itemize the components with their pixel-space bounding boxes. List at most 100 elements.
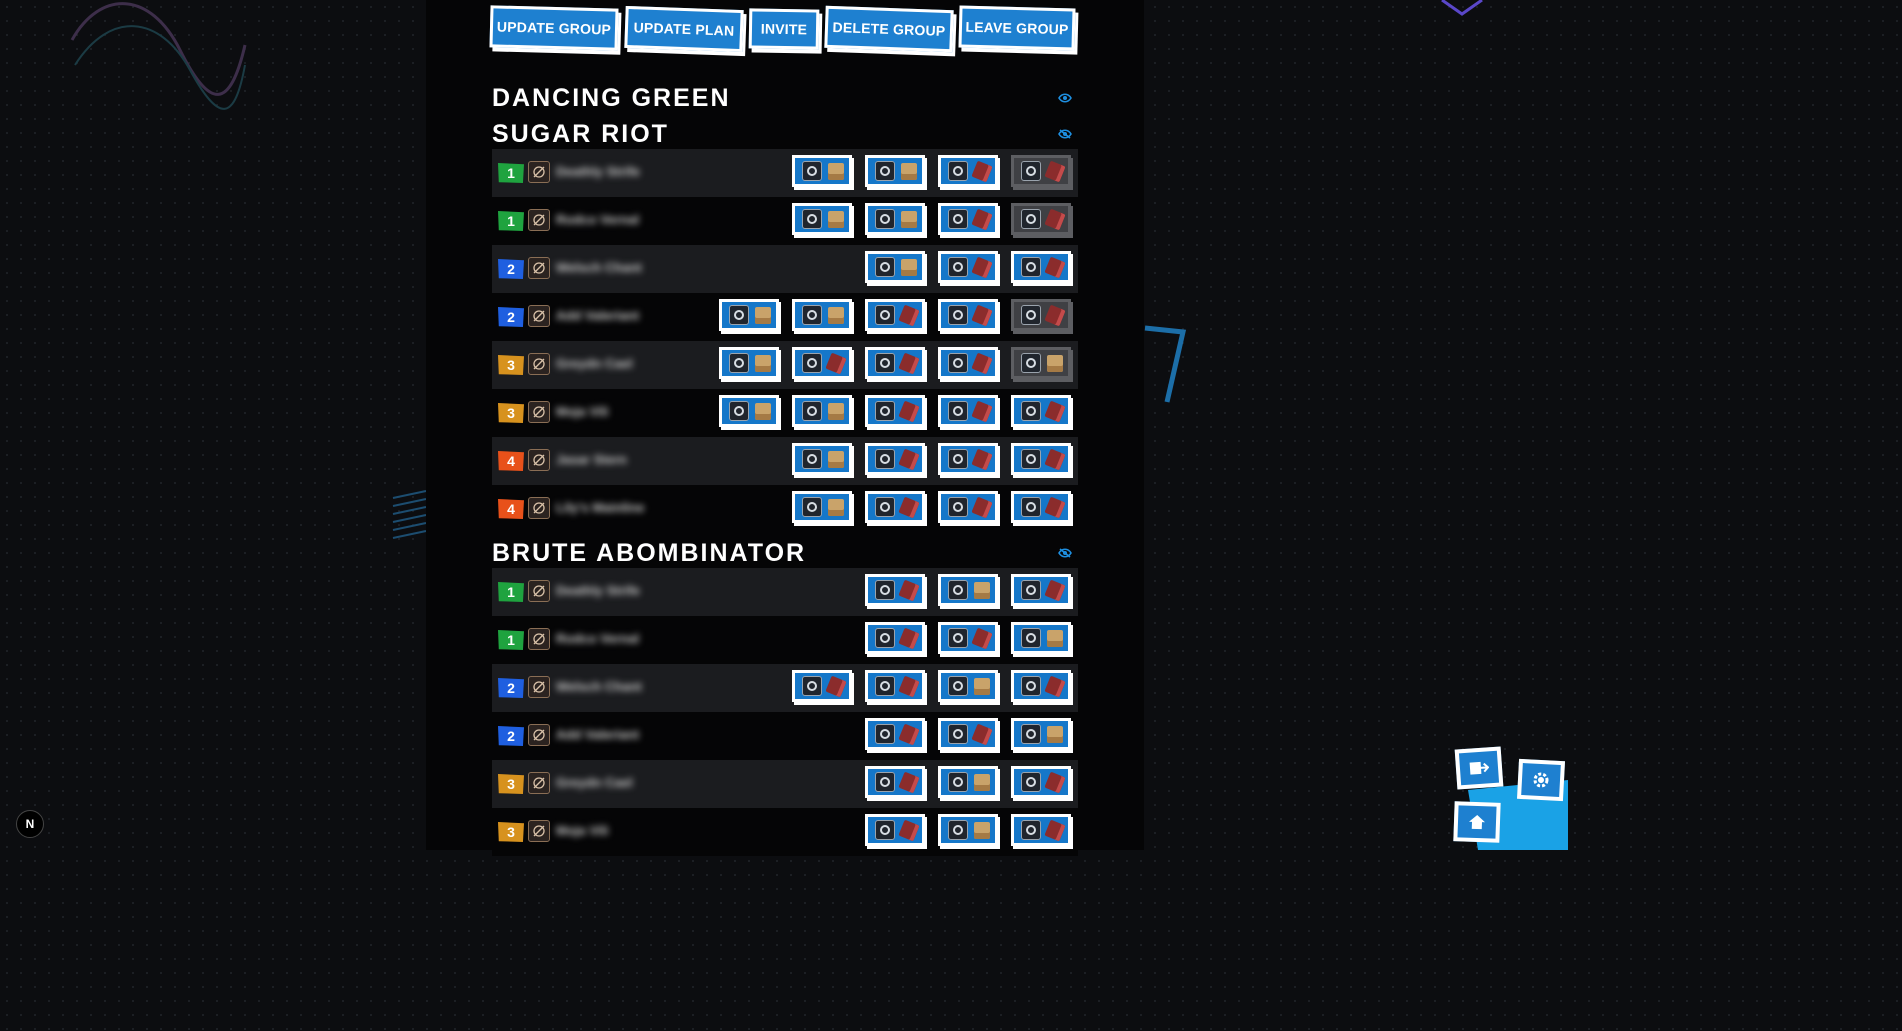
loot-slot-button[interactable] — [792, 443, 852, 475]
loot-slot-button[interactable] — [1011, 670, 1071, 702]
loot-slot-button[interactable] — [865, 622, 925, 654]
table-row: 3 Greydn Cael — [492, 760, 1078, 808]
loot-slot-button[interactable] — [1011, 347, 1071, 379]
settings-button[interactable] — [1516, 758, 1566, 802]
loot-slot-button[interactable] — [792, 670, 852, 702]
loot-slot-button[interactable] — [1011, 395, 1071, 427]
party-number-badge: 1 — [498, 163, 524, 183]
section-title-sugar-riot: SUGAR RIOT — [492, 120, 669, 148]
conjurer-icon — [528, 497, 550, 519]
loot-slot-button[interactable] — [865, 443, 925, 475]
loot-slot-button[interactable] — [938, 299, 998, 331]
invite-button[interactable]: INVITE — [748, 8, 820, 50]
tomestone-icon — [971, 352, 993, 375]
treasure-chest-icon — [1047, 355, 1063, 372]
loot-slot-button[interactable] — [865, 491, 925, 523]
table-row: 4 Jasar Stern — [492, 437, 1078, 485]
head-icon — [875, 580, 895, 600]
table-row: 3 Greydn Cael — [492, 341, 1078, 389]
loot-slot-button[interactable] — [792, 155, 852, 187]
framework-logo-badge[interactable]: N — [16, 810, 44, 838]
loot-slot-button[interactable] — [938, 491, 998, 523]
loot-slot-button[interactable] — [1011, 251, 1071, 283]
loot-slot-button[interactable] — [865, 299, 925, 331]
loot-slot-button[interactable] — [719, 347, 779, 379]
loot-slot-button[interactable] — [938, 766, 998, 798]
loot-slot-button[interactable] — [792, 395, 852, 427]
loot-slot-button[interactable] — [865, 395, 925, 427]
loot-slot-button[interactable] — [938, 622, 998, 654]
loot-slot-button[interactable] — [865, 251, 925, 283]
loot-slot-button[interactable] — [1011, 718, 1071, 750]
home-button[interactable] — [1453, 801, 1501, 843]
loot-slot-button[interactable] — [938, 443, 998, 475]
loot-slot-button[interactable] — [938, 347, 998, 379]
loot-slot-button[interactable] — [865, 155, 925, 187]
bard-icon — [528, 257, 550, 279]
ring-icon — [948, 209, 968, 229]
background-lines-decoration — [392, 490, 427, 539]
delete-group-button[interactable]: DELETE GROUP — [824, 5, 954, 53]
tomestone-icon — [898, 627, 920, 650]
leave-group-button[interactable]: LEAVE GROUP — [958, 5, 1076, 51]
feet-icon — [948, 305, 968, 325]
tomestone-icon — [898, 771, 920, 794]
loot-slot-button[interactable] — [792, 203, 852, 235]
loot-slot-button[interactable] — [865, 718, 925, 750]
loot-slot-button[interactable] — [938, 814, 998, 846]
party-number-badge: 2 — [498, 726, 524, 746]
loot-slot-button[interactable] — [865, 766, 925, 798]
logout-button[interactable] — [1454, 746, 1504, 790]
loot-slot-button[interactable] — [1011, 491, 1071, 523]
body-icon — [875, 724, 895, 744]
loot-slot-button[interactable] — [1011, 766, 1071, 798]
ring-icon — [1021, 449, 1041, 469]
loot-slot-button[interactable] — [865, 203, 925, 235]
loot-slot-button[interactable] — [792, 347, 852, 379]
astrologian-icon — [528, 449, 550, 471]
loot-slot-button[interactable] — [865, 347, 925, 379]
loot-slot-button[interactable] — [719, 395, 779, 427]
loot-slot-button[interactable] — [938, 718, 998, 750]
table-row: 2 Welsch Chant — [492, 664, 1078, 712]
tomestone-icon — [898, 496, 920, 519]
sage-icon — [528, 353, 550, 375]
loot-slot-button[interactable] — [865, 574, 925, 606]
bracelet-icon — [1021, 161, 1041, 181]
loot-slot-button[interactable] — [1011, 203, 1071, 235]
loot-slot-button[interactable] — [865, 814, 925, 846]
loot-slot-button[interactable] — [938, 395, 998, 427]
paladin-icon — [528, 161, 550, 183]
bracelet-icon — [875, 497, 895, 517]
table-row: 1 Deathly Strife — [492, 568, 1078, 616]
party-number-badge: 1 — [498, 582, 524, 602]
eye-slash-icon[interactable] — [1058, 548, 1072, 558]
update-plan-button[interactable]: UPDATE PLAN — [624, 5, 744, 53]
loot-slot-button[interactable] — [1011, 155, 1071, 187]
loot-slot-button[interactable] — [1011, 814, 1071, 846]
loot-slot-button[interactable] — [938, 155, 998, 187]
loot-slot-button[interactable] — [792, 299, 852, 331]
feet-icon — [948, 401, 968, 421]
eye-slash-icon[interactable] — [1058, 129, 1072, 139]
loot-slot-button[interactable] — [865, 670, 925, 702]
loot-slot-button[interactable] — [1011, 574, 1071, 606]
loot-slot-button[interactable] — [1011, 443, 1071, 475]
loot-slot-button[interactable] — [719, 299, 779, 331]
party-number-badge: 2 — [498, 259, 524, 279]
loot-slot-button[interactable] — [938, 203, 998, 235]
treasure-chest-icon — [828, 307, 844, 324]
update-group-button[interactable]: UPDATE GROUP — [489, 5, 619, 51]
loot-slot-button[interactable] — [938, 251, 998, 283]
loot-slot-button[interactable] — [1011, 299, 1071, 331]
eye-icon[interactable] — [1058, 93, 1072, 103]
loot-slot-button[interactable] — [938, 670, 998, 702]
logout-icon — [1469, 761, 1490, 775]
treasure-chest-icon — [1047, 630, 1063, 647]
loot-slot-button[interactable] — [938, 574, 998, 606]
loot-slot-button[interactable] — [792, 491, 852, 523]
gunbreaker-icon — [528, 628, 550, 650]
tomestone-icon — [1044, 160, 1066, 183]
loot-slot-button[interactable] — [1011, 622, 1071, 654]
gloves-icon — [802, 305, 822, 325]
